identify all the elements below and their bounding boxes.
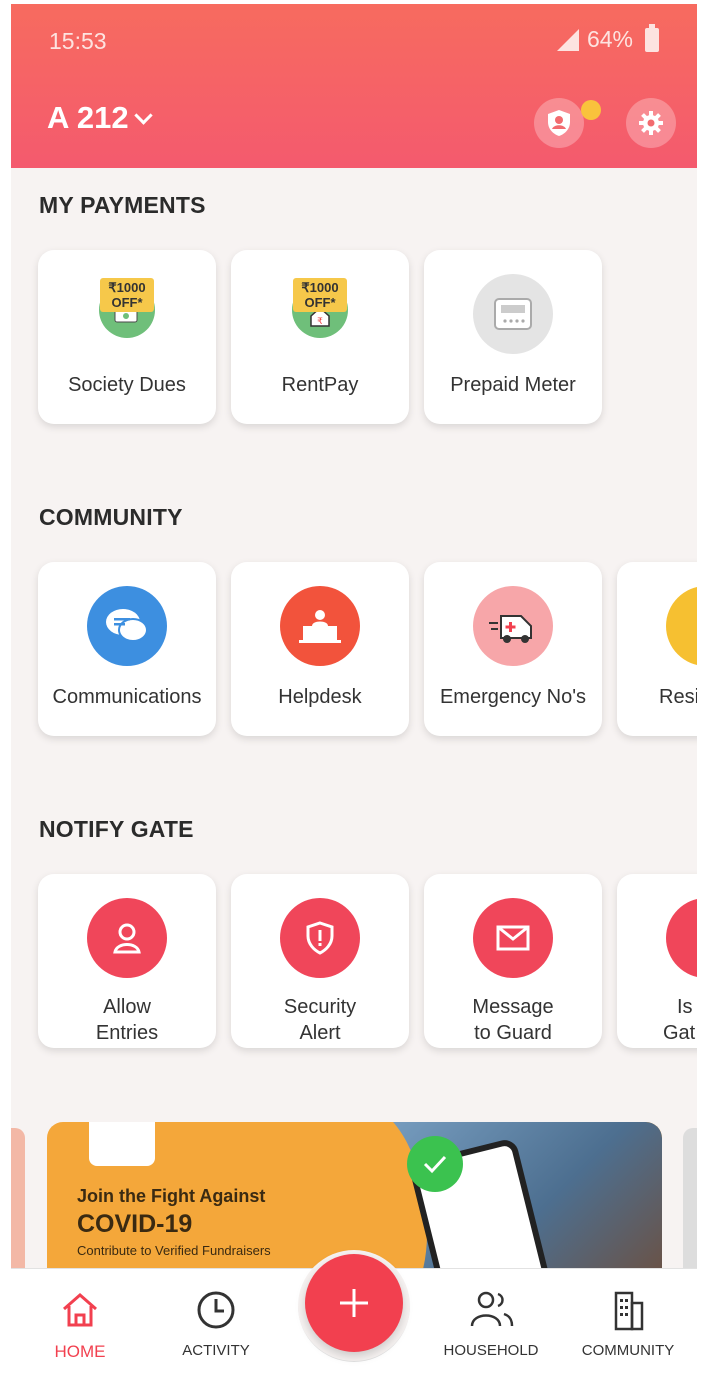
nav-label: COMMUNITY	[581, 1342, 675, 1359]
card-label: Prepaid Meter	[450, 374, 576, 396]
card-allow-entries[interactable]: Allow Entries	[38, 874, 216, 1048]
offer-badge: ₹1000 OFF*	[293, 278, 347, 312]
flat-selector[interactable]: A 212	[47, 100, 153, 136]
card-communications[interactable]: Communications	[38, 562, 216, 736]
nav-label: HOME	[54, 1342, 106, 1361]
chat-bubbles-icon	[87, 586, 167, 666]
speaker-icon	[666, 898, 697, 978]
nav-label: HOUSEHOLD	[443, 1342, 539, 1359]
helpdesk-icon	[280, 586, 360, 666]
label-line1: Security	[283, 996, 357, 1018]
building-icon	[573, 1288, 683, 1332]
header: 15:53 64% A 212	[11, 4, 697, 168]
signal-icon	[556, 28, 579, 51]
card-label: Is Gat	[617, 994, 697, 1046]
card-label: Message to Guard	[424, 994, 602, 1046]
label-line2: Entries	[95, 1022, 159, 1044]
envelope-icon	[473, 898, 553, 978]
card-label: Society Dues	[68, 374, 186, 396]
ambulance-icon	[473, 586, 553, 666]
banner-prev-peek	[11, 1128, 25, 1278]
plus-icon	[340, 1289, 368, 1317]
card-rentpay[interactable]: ₹ ₹1000 OFF* RentPay	[231, 250, 409, 424]
app-screen: 15:53 64% A 212 MY PAYMENTS ₹1000 OFF* S…	[11, 4, 697, 1376]
label-line1: Is	[677, 996, 693, 1018]
label-line1: Message	[472, 996, 554, 1018]
card-label: Security Alert	[231, 994, 409, 1046]
card-label: Allow Entries	[38, 994, 216, 1046]
flat-label: A 212	[47, 100, 129, 135]
card-helpdesk[interactable]: Helpdesk	[231, 562, 409, 736]
card-label: Communications	[52, 686, 202, 708]
section-title-community: COMMUNITY	[39, 504, 183, 530]
people-icon	[436, 1288, 546, 1332]
card-message-to-guard[interactable]: Message to Guard	[424, 874, 602, 1048]
nav-home[interactable]: HOME	[25, 1288, 135, 1362]
status-time: 15:53	[49, 28, 107, 54]
notification-dot	[581, 100, 601, 120]
shield-alert-icon	[280, 898, 360, 978]
svg-text:₹: ₹	[317, 317, 323, 327]
banner-line2: COVID-19	[77, 1210, 193, 1238]
meter-icon	[473, 274, 553, 354]
offer-badge: ₹1000 OFF*	[100, 278, 154, 312]
settings-button[interactable]	[626, 98, 676, 148]
section-title-payments: MY PAYMENTS	[39, 192, 206, 218]
card-is-gate[interactable]: Is Gat	[617, 874, 697, 1048]
fundraiser-logo	[89, 1122, 155, 1166]
banner-line3: Contribute to Verified Fundraisers	[77, 1243, 271, 1258]
card-label: Emergency No's	[439, 686, 587, 708]
label-line1: Allow	[103, 996, 151, 1018]
banner-line1: Join the Fight Against	[77, 1186, 266, 1206]
nav-household[interactable]: HOUSEHOLD	[436, 1288, 546, 1359]
section-title-notify-gate: NOTIFY GATE	[39, 816, 194, 842]
battery-icon	[645, 23, 659, 52]
card-label: RentPay	[281, 374, 359, 396]
label-line2: to Guard	[474, 1022, 552, 1044]
check-icon	[407, 1136, 463, 1192]
battery-percent: 64%	[586, 26, 633, 52]
shield-person-icon	[548, 110, 570, 136]
card-prepaid-meter[interactable]: Prepaid Meter	[424, 250, 602, 424]
label-line2: Alert	[299, 1022, 341, 1044]
security-shield-button[interactable]	[534, 98, 584, 148]
laptop-icon	[666, 586, 697, 666]
card-emergency-numbers[interactable]: Emergency No's	[424, 562, 602, 736]
card-label: Helpdesk	[278, 686, 362, 708]
chevron-down-icon	[133, 105, 153, 125]
card-label: Resi	[659, 686, 697, 708]
clock-icon	[161, 1288, 271, 1332]
add-fab-button[interactable]	[305, 1254, 403, 1352]
card-resi[interactable]: Resi	[617, 562, 697, 736]
banner-next-peek	[683, 1128, 697, 1278]
nav-activity[interactable]: ACTIVITY	[161, 1288, 271, 1359]
person-icon	[87, 898, 167, 978]
gear-icon	[639, 111, 663, 135]
home-icon	[25, 1288, 135, 1332]
nav-label: ACTIVITY	[182, 1342, 250, 1359]
nav-community[interactable]: COMMUNITY	[573, 1288, 683, 1359]
card-security-alert[interactable]: Security Alert	[231, 874, 409, 1048]
card-society-dues[interactable]: ₹1000 OFF* Society Dues	[38, 250, 216, 424]
label-line2: Gat	[663, 1022, 696, 1044]
status-right: 64%	[556, 23, 659, 53]
